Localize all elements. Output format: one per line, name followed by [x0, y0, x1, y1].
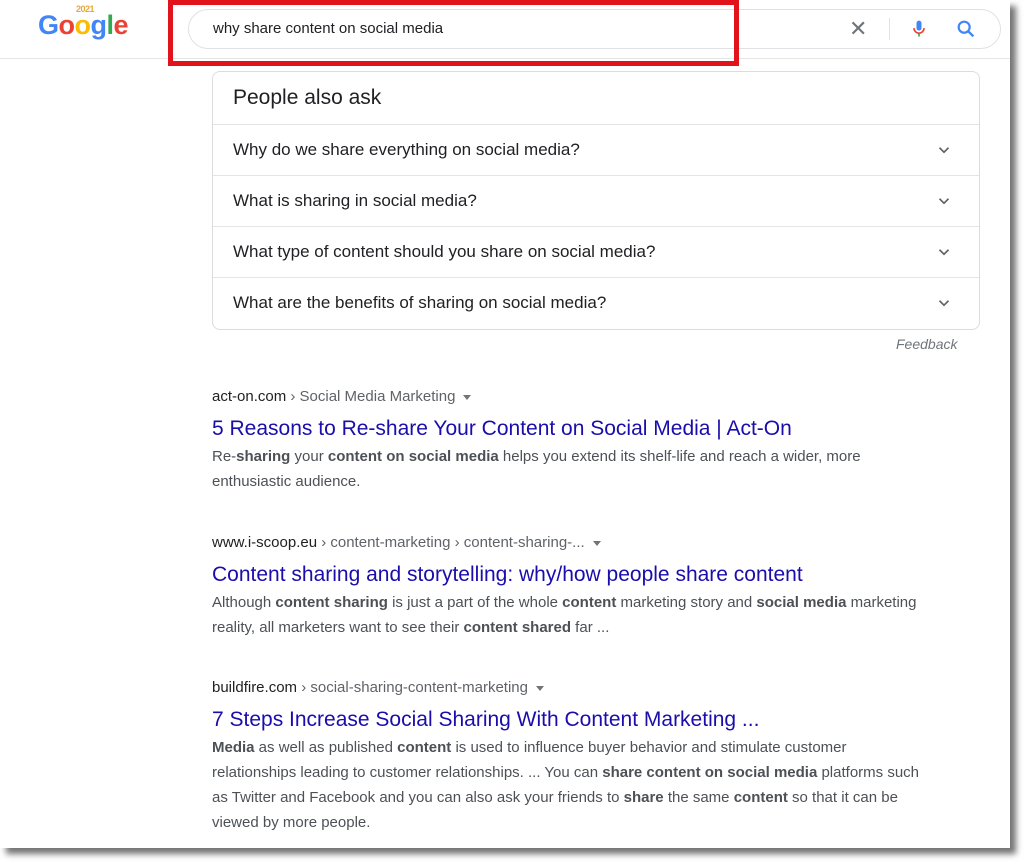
chevron-down-icon[interactable]	[935, 243, 953, 261]
people-also-ask-title: People also ask	[233, 86, 382, 109]
google-logo[interactable]: 2021 Google	[38, 4, 129, 41]
logo-letter: o	[58, 10, 76, 40]
caret-down-icon[interactable]	[592, 540, 601, 546]
logo-year: 2021	[76, 4, 95, 14]
snippet-text: Re-	[212, 448, 237, 465]
search-result: www.i-scoop.eu › content-marketing › con…	[212, 534, 932, 640]
search-result: act-on.com › Social Media Marketing 5 Re…	[212, 388, 932, 494]
logo-letter: G	[38, 10, 59, 40]
paa-question-row[interactable]: What is sharing in social media?	[213, 175, 979, 227]
result-site: www.i-scoop.eu	[212, 534, 318, 551]
snippet-bold-text: share	[623, 789, 664, 806]
snippet-text: the same	[663, 789, 734, 806]
search-divider	[889, 18, 890, 40]
result-snippet: Although content sharing is just a part …	[212, 590, 932, 640]
search-icon[interactable]	[955, 18, 977, 40]
result-title-link[interactable]: Content sharing and storytelling: why/ho…	[212, 563, 932, 587]
result-snippet: Media as well as published content is us…	[212, 735, 932, 835]
caret-down-icon[interactable]	[463, 394, 472, 400]
people-also-ask-panel: People also ask Why do we share everythi…	[212, 71, 980, 330]
snippet-text: your	[290, 448, 328, 465]
page-frame: 2021 Google why share content on social …	[0, 0, 1010, 848]
paa-question-row[interactable]: What type of content should you share on…	[213, 226, 979, 278]
paa-question: What is sharing in social media?	[233, 191, 477, 210]
result-path: › social-sharing-content-marketing	[297, 679, 528, 696]
result-breadcrumb[interactable]: buildfire.com › social-sharing-content-m…	[212, 679, 932, 699]
snippet-text: is just a part of the whole	[387, 594, 563, 611]
caret-down-icon[interactable]	[535, 685, 544, 691]
result-title-link[interactable]: 7 Steps Increase Social Sharing With Con…	[212, 708, 932, 732]
chevron-down-icon[interactable]	[935, 294, 953, 312]
snippet-bold-text: share content on social media	[602, 764, 818, 781]
result-breadcrumb[interactable]: www.i-scoop.eu › content-marketing › con…	[212, 534, 932, 554]
logo-letter: o	[74, 10, 92, 40]
snippet-bold-text: content sharing	[275, 594, 388, 611]
paa-question-row[interactable]: What are the benefits of sharing on soci…	[213, 277, 979, 329]
snippet-bold-text: social media	[756, 594, 847, 611]
result-path: › Social Media Marketing	[286, 388, 456, 405]
snippet-text: marketing story and	[616, 594, 757, 611]
search-result: buildfire.com › social-sharing-content-m…	[212, 679, 932, 835]
microphone-icon[interactable]	[909, 18, 929, 40]
paa-question: What type of content should you share on…	[233, 242, 656, 261]
snippet-text: as well as published	[254, 739, 398, 756]
snippet-bold-text: content	[733, 789, 788, 806]
annotation-highlight-box	[168, 0, 739, 66]
clear-icon[interactable]: ✕	[849, 16, 867, 42]
logo-letter: l	[106, 10, 115, 40]
feedback-link[interactable]: Feedback	[896, 336, 957, 352]
result-site: act-on.com	[212, 388, 287, 405]
paa-question: What are the benefits of sharing on soci…	[233, 293, 607, 312]
logo-letter: e	[113, 10, 129, 40]
snippet-bold-text: content shared	[463, 619, 572, 636]
paa-question-row[interactable]: Why do we share everything on social med…	[213, 124, 979, 176]
snippet-text: Although	[212, 594, 276, 611]
chevron-down-icon[interactable]	[935, 141, 953, 159]
snippet-text: far ...	[571, 619, 610, 636]
chevron-down-icon[interactable]	[935, 192, 953, 210]
snippet-bold-text: Media	[212, 739, 255, 756]
result-breadcrumb[interactable]: act-on.com › Social Media Marketing	[212, 388, 932, 408]
snippet-bold-text: content	[562, 594, 617, 611]
logo-letter: g	[90, 10, 108, 40]
snippet-bold-text: sharing	[236, 448, 291, 465]
result-path: › content-marketing › content-sharing-..…	[317, 534, 585, 551]
result-snippet: Re-sharing your content on social media …	[212, 444, 932, 494]
result-title-link[interactable]: 5 Reasons to Re-share Your Content on So…	[212, 417, 932, 441]
snippet-bold-text: content on social media	[327, 448, 499, 465]
result-site: buildfire.com	[212, 679, 298, 696]
snippet-bold-text: content	[397, 739, 452, 756]
paa-question: Why do we share everything on social med…	[233, 140, 580, 159]
